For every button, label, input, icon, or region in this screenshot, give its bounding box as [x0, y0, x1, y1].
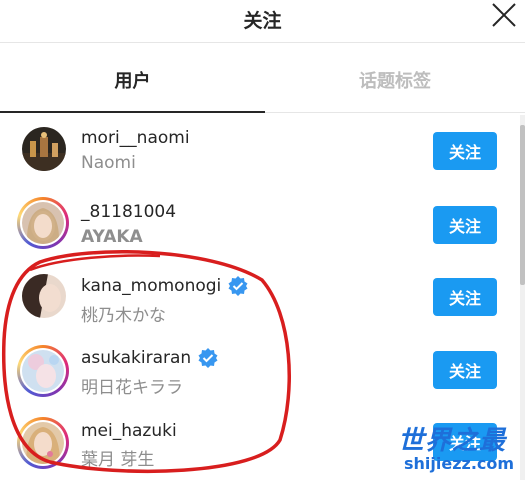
list-item: kana_momonogi 桃乃木かな 关注 [0, 263, 520, 337]
username[interactable]: kana_momonogi [81, 275, 249, 297]
username[interactable]: asukakiraran [81, 347, 219, 369]
close-button[interactable] [486, 0, 520, 30]
username-text: kana_momonogi [81, 276, 222, 296]
tab-divider [265, 112, 525, 113]
avatar-image [22, 127, 66, 171]
avatar-story-ring[interactable] [17, 417, 69, 469]
active-tab-indicator [0, 111, 265, 113]
dialog-header: 关注 [0, 0, 525, 43]
tab-bar: 用户 话题标签 [0, 43, 525, 113]
full-name: Naomi [81, 153, 136, 173]
avatar-image [22, 422, 64, 464]
full-name: 明日花キララ [81, 378, 183, 398]
username[interactable]: mori__naomi [81, 128, 190, 148]
scrollbar-thumb[interactable] [520, 125, 525, 285]
full-name: AYAKA [81, 227, 143, 247]
tab-hashtags[interactable]: 话题标签 [265, 67, 525, 93]
verified-badge-icon [198, 348, 218, 368]
avatar[interactable] [22, 274, 66, 318]
list-item: mori__naomi Naomi 关注 [0, 115, 520, 189]
full-name: 桃乃木かな [81, 306, 166, 326]
follow-button[interactable]: 关注 [433, 132, 497, 170]
watermark-url: shijiezz.com [404, 454, 515, 473]
watermark: 世界之最 shijiezz.com [398, 420, 520, 476]
avatar-image [22, 350, 64, 392]
avatar [22, 422, 64, 464]
avatar [22, 350, 64, 392]
tab-users[interactable]: 用户 [0, 67, 265, 93]
avatar-image [22, 202, 64, 244]
follow-button[interactable]: 关注 [433, 351, 497, 389]
dialog-title: 关注 [243, 10, 282, 32]
avatar-story-ring[interactable] [17, 197, 69, 249]
username[interactable]: mei_hazuki [81, 421, 177, 441]
follow-button[interactable]: 关注 [433, 278, 497, 316]
list-item: asukakiraran 明日花キララ 关注 [0, 337, 520, 411]
username-text: asukakiraran [81, 348, 192, 368]
verified-badge-icon [228, 276, 248, 296]
avatar-image [22, 274, 66, 318]
avatar-story-ring[interactable] [17, 345, 69, 397]
avatar [22, 202, 64, 244]
scrollbar[interactable] [520, 115, 525, 480]
close-icon [492, 3, 516, 27]
list-item: _81181004 AYAKA 关注 [0, 189, 520, 263]
follow-button[interactable]: 关注 [433, 206, 497, 244]
watermark-title: 世界之最 [398, 426, 507, 456]
full-name: 葉月 芽生 [81, 450, 155, 470]
username[interactable]: _81181004 [81, 202, 176, 222]
avatar[interactable] [22, 127, 66, 171]
